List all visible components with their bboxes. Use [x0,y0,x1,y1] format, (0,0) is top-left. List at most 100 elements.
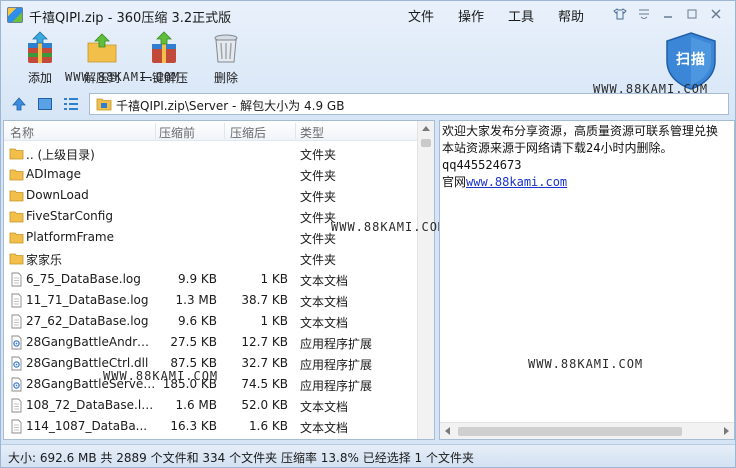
scroll-left-icon[interactable] [445,427,450,435]
folder-icon [9,188,24,203]
file-size: 1.6 MB [175,398,217,412]
preview-line: 本站资源来源于网络请下载24小时内删除。 [442,141,673,155]
file-name: DownLoad [26,188,89,202]
file-name: PlatformFrame [26,230,114,244]
preview-line: 欢迎大家发布分享资源，高质量资源可联系管理兑换 [442,124,719,138]
table-row[interactable]: 11_71_DataBase.log 1.3 MB 38.7 KB 文本文档 [4,290,418,311]
folder-icon [9,230,24,245]
skin-icon[interactable] [609,5,631,23]
file-name: .. (上级目录) [26,148,95,162]
status-bar: 大小: 692.6 MB 共 2889 个文件和 334 个文件夹 压缩率 13… [1,444,735,467]
maximize-icon[interactable] [681,5,703,23]
preview-qq: qq445524673 [442,158,522,172]
delete-label: 删除 [213,71,238,85]
menu-help[interactable]: 帮助 [546,6,596,25]
column-type[interactable]: 类型 [300,124,324,141]
file-type: 应用程序扩展 [300,337,373,351]
list-view-icon[interactable] [63,96,79,112]
file-size: 27.5 KB [170,335,217,349]
table-row[interactable]: 108_72_DataBase.log 1.6 MB 52.0 KB 文本文档 [4,395,418,416]
vertical-scrollbar[interactable] [417,121,434,439]
file-compressed-size: 38.7 KB [241,293,288,307]
window-title: 千禧QIPI.zip - 360压缩 3.2正式版 [29,11,232,26]
file-name: 108_72_DataBase.log [26,398,156,412]
column-divider[interactable] [295,123,296,139]
delete-button[interactable]: 删除 [195,31,257,87]
scroll-up-icon[interactable] [422,126,430,131]
file-type: 应用程序扩展 [300,358,373,372]
thumbnail-view-icon[interactable] [37,96,53,112]
dll-file-icon [9,356,24,371]
add-archive-icon [28,31,52,63]
file-type: 文件夹 [300,169,337,183]
scroll-thumb[interactable] [458,427,682,436]
column-divider[interactable] [155,123,156,139]
archive-folder-icon [96,98,112,111]
menu-tools[interactable]: 工具 [496,6,546,25]
menu-bar: 文件 操作 工具 帮助 [396,6,596,25]
preview-site-prefix: 官网 [442,175,467,189]
add-button[interactable]: 添加 [9,31,71,87]
file-name: 28GangBattleAndroi... [26,335,156,349]
file-rows: .. (上级目录) 文件夹 ADImage 文件夹 DownLoad 文件夹 FiveSta… [4,143,418,437]
table-row[interactable]: 28GangBattleAndroi... 27.5 KB 12.7 KB 应用程序扩… [4,332,418,353]
text-file-icon [9,272,24,287]
file-type: 文本文档 [300,421,349,435]
file-name: ADImage [26,167,82,181]
column-divider[interactable] [224,123,225,139]
file-size: 16.3 KB [170,419,217,433]
horizontal-scrollbar[interactable] [440,422,734,439]
file-compressed-size: 74.5 KB [241,377,288,391]
watermark: WWW.88KAMI.COM [103,369,219,383]
file-name: 11_71_DataBase.log [26,293,149,307]
one-click-extract-icon [152,31,176,63]
file-type: 文件夹 [300,190,337,204]
column-size[interactable]: 压缩前 [159,124,195,141]
scroll-thumb[interactable] [421,139,431,147]
file-compressed-size: 52.0 KB [241,398,288,412]
table-row[interactable]: 27_62_DataBase.log 9.6 KB 1 KB 文本文档 [4,311,418,332]
menu-file[interactable]: 文件 [396,6,446,25]
file-name: 27_62_DataBase.log [26,314,149,328]
app-window: 千禧QIPI.zip - 360压缩 3.2正式版 文件 操作 工具 帮助 添加… [0,0,736,468]
file-type: 文本文档 [300,400,349,414]
minimize-icon[interactable] [657,5,679,23]
status-text: 大小: 692.6 MB 共 2889 个文件和 334 个文件夹 压缩率 13… [8,451,474,465]
folder-icon [9,167,24,182]
file-name: 家家乐 [26,253,63,267]
table-row[interactable]: ADImage 文件夹 [4,164,418,185]
dll-file-icon [9,377,24,392]
table-row[interactable]: .. (上级目录) 文件夹 [4,143,418,164]
close-icon[interactable] [705,5,727,23]
preview-text: 欢迎大家发布分享资源，高质量资源可联系管理兑换 本站资源来源于网络请下载24小时… [442,123,734,191]
file-name: 6_75_DataBase.log [26,272,141,286]
scroll-right-icon[interactable] [724,427,729,435]
file-type: 文件夹 [300,148,337,162]
address-row: 千禧QIPI.zip\Server - 解包大小为 4.9 GB [1,92,735,116]
folder-icon [9,146,24,161]
watermark: WWW.88KAMI.COM [65,70,181,84]
table-row[interactable]: 家家乐 文件夹 [4,248,418,269]
add-label: 添加 [27,71,52,85]
site-link[interactable]: www.88kami.com [466,175,567,189]
column-compressed[interactable]: 压缩后 [230,124,266,141]
menu-dropdown-icon[interactable] [633,5,655,23]
column-name[interactable]: 名称 [10,124,34,141]
table-row[interactable]: 6_75_DataBase.log 9.9 KB 1 KB 文本文档 [4,269,418,290]
table-row[interactable]: DownLoad 文件夹 [4,185,418,206]
folder-icon [9,251,24,266]
file-type: 文件夹 [300,253,337,267]
address-path: 千禧QIPI.zip\Server - 解包大小为 4.9 GB [116,99,345,113]
address-bar[interactable]: 千禧QIPI.zip\Server - 解包大小为 4.9 GB [89,93,729,115]
table-row[interactable]: 114_1087_DataBa... 16.3 KB 1.6 KB 文本文档 [4,416,418,437]
file-name: 114_1087_DataBa... [26,419,148,433]
file-compressed-size: 1.6 KB [249,419,288,433]
file-compressed-size: 1 KB [260,272,288,286]
file-name: 28GangBattleCtrl.dll [26,356,149,370]
window-controls [609,5,727,23]
menu-operation[interactable]: 操作 [446,6,496,25]
file-compressed-size: 32.7 KB [241,356,288,370]
up-arrow-icon[interactable] [11,96,27,112]
file-type: 文本文档 [300,295,349,309]
list-header: 名称 压缩前 压缩后 类型 [4,121,418,141]
